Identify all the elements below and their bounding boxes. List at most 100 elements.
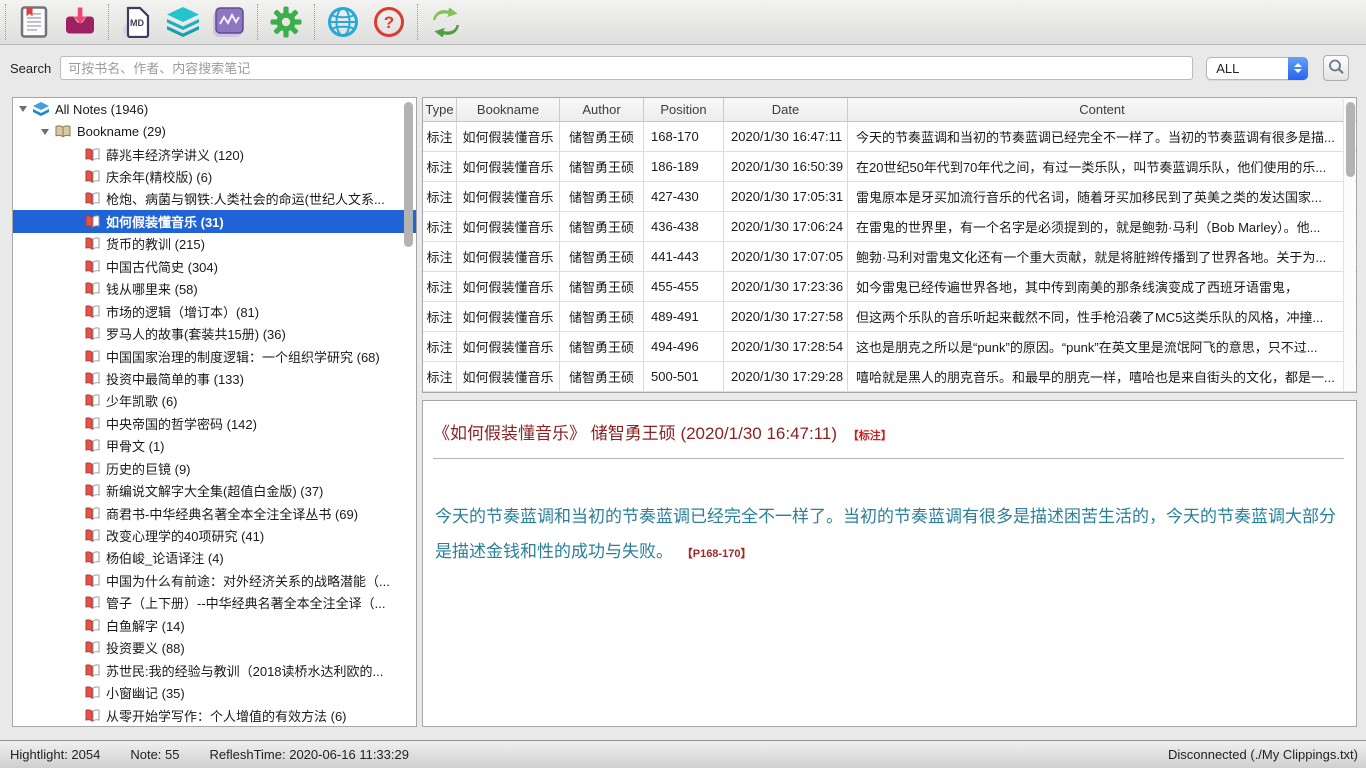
cell-content: 但这两个乐队的音乐听起来截然不同，性手枪沿袭了MC5这类乐队的风格，冲撞...	[848, 302, 1356, 331]
tree-item-label: 新编说文解字大全集(超值白金版) (37)	[106, 481, 323, 500]
tree-item-bookname-group[interactable]: Bookname (29)	[13, 120, 416, 142]
markdown-export-button[interactable]: MD	[114, 1, 160, 43]
cell-content: 嘻哈就是黑人的朋克音乐。和最早的朋克一样，嘻哈也是来自街头的文化，都是一...	[848, 362, 1356, 391]
detail-divider	[433, 458, 1344, 459]
tree-item-book[interactable]: 罗马人的故事(套装共15册) (36)	[13, 322, 416, 344]
tree-item-label: 管子（上下册）--中华经典名著全本全注全译（...	[106, 593, 386, 612]
tree-item-label: 杨伯峻_论语译注 (4)	[106, 548, 224, 567]
filter-select[interactable]: ALL	[1206, 57, 1308, 80]
layers-button[interactable]	[160, 1, 206, 43]
column-header-bookname[interactable]: Bookname	[457, 98, 560, 121]
cell-author: 储智勇王硕	[560, 212, 644, 241]
book-icon	[85, 551, 100, 564]
tree-item-book[interactable]: 中央帝国的哲学密码 (142)	[13, 412, 416, 434]
tree-item-book[interactable]: 少年凯歌 (6)	[13, 390, 416, 412]
tree-item-book[interactable]: 甲骨文 (1)	[13, 435, 416, 457]
import-button[interactable]	[57, 1, 103, 43]
detail-body: 今天的节奏蓝调和当初的节奏蓝调已经完全不一样了。当初的节奏蓝调有很多是描述困苦生…	[435, 499, 1336, 572]
web-button[interactable]	[320, 1, 366, 43]
cell-type: 标注	[423, 332, 457, 361]
tree-item-book[interactable]: 杨伯峻_论语译注 (4)	[13, 547, 416, 569]
help-button[interactable]: ?	[366, 1, 412, 43]
cell-content: 在雷鬼的世界里，有一个名字是必须提到的，就是鲍勃·马利（Bob Marley）。…	[848, 212, 1356, 241]
cell-type: 标注	[423, 182, 457, 211]
tree-item-book[interactable]: 如何假装懂音乐 (31)	[13, 210, 416, 232]
cell-position: 494-496	[644, 332, 724, 361]
status-connection: Disconnected (./My Clippings.txt)	[1168, 747, 1358, 762]
layers-icon	[166, 7, 200, 37]
cell-content: 如今雷鬼已经传遍世界各地，其中传到南美的那条线演变成了西班牙语雷鬼，	[848, 272, 1356, 301]
tree-item-book[interactable]: 白鱼解字 (14)	[13, 614, 416, 636]
status-highlight-count: Hightlight: 2054	[10, 747, 100, 762]
notes-table-panel: Type Bookname Author Position Date Conte…	[422, 97, 1357, 393]
book-icon	[85, 350, 100, 363]
table-scrollbar-thumb[interactable]	[1346, 102, 1355, 177]
tree-item-book[interactable]: 庆余年(精校版) (6)	[13, 165, 416, 187]
book-icon	[85, 529, 100, 542]
tree-item-label: 少年凯歌 (6)	[106, 391, 178, 410]
note-row[interactable]: 标注 如何假装懂音乐 储智勇王硕 489-491 2020/1/30 17:27…	[423, 302, 1356, 332]
cell-date: 2020/1/30 17:06:24	[724, 212, 848, 241]
tree-item-book[interactable]: 货币的教训 (215)	[13, 233, 416, 255]
tree-item-book[interactable]: 商君书-中华经典名著全本全注全译丛书 (69)	[13, 502, 416, 524]
collapse-arrow-icon[interactable]	[19, 106, 27, 112]
tree-item-all-notes[interactable]: All Notes (1946)	[13, 98, 416, 120]
column-header-type[interactable]: Type	[423, 98, 457, 121]
sidebar-scrollbar-thumb[interactable]	[404, 102, 413, 247]
note-row[interactable]: 标注 如何假装懂音乐 储智勇王硕 436-438 2020/1/30 17:06…	[423, 212, 1356, 242]
tree-item-book[interactable]: 投资中最简单的事 (133)	[13, 367, 416, 389]
note-row[interactable]: 标注 如何假装懂音乐 储智勇王硕 455-455 2020/1/30 17:23…	[423, 272, 1356, 302]
book-icon	[85, 305, 100, 318]
tree-item-book[interactable]: 中国古代简史 (304)	[13, 255, 416, 277]
cell-date: 2020/1/30 17:27:58	[724, 302, 848, 331]
statistics-icon	[213, 7, 245, 38]
cell-type: 标注	[423, 122, 457, 151]
tree-item-label: 罗马人的故事(套装共15册) (36)	[106, 324, 286, 343]
detail-title-text: 《如何假装懂音乐》 储智勇王硕 (2020/1/30 16:47:11)	[433, 424, 837, 443]
column-header-position[interactable]: Position	[644, 98, 724, 121]
tree-item-book[interactable]: 新编说文解字大全集(超值白金版) (37)	[13, 479, 416, 501]
note-button[interactable]	[11, 1, 57, 43]
tree-item-book[interactable]: 投资要义 (88)	[13, 637, 416, 659]
collapse-arrow-icon[interactable]	[41, 129, 49, 135]
note-row[interactable]: 标注 如何假装懂音乐 储智勇王硕 427-430 2020/1/30 17:05…	[423, 182, 1356, 212]
toolbar-separator	[5, 4, 6, 40]
svg-text:MD: MD	[130, 18, 144, 28]
tree-item-book[interactable]: 改变心理学的40项研究 (41)	[13, 524, 416, 546]
table-scrollbar[interactable]	[1343, 99, 1355, 391]
note-row[interactable]: 标注 如何假装懂音乐 储智勇王硕 168-170 2020/1/30 16:47…	[423, 122, 1356, 152]
tree-item-book[interactable]: 从零开始学写作：个人增值的有效方法 (6)	[13, 704, 416, 726]
column-header-content[interactable]: Content	[848, 98, 1356, 121]
note-row[interactable]: 标注 如何假装懂音乐 储智勇王硕 500-501 2020/1/30 17:29…	[423, 362, 1356, 392]
note-row[interactable]: 标注 如何假装懂音乐 储智勇王硕 494-496 2020/1/30 17:28…	[423, 332, 1356, 362]
tree-item-book[interactable]: 中国国家治理的制度逻辑：一个组织学研究 (68)	[13, 345, 416, 367]
settings-button[interactable]	[263, 1, 309, 43]
tree-item-book[interactable]: 钱从哪里来 (58)	[13, 278, 416, 300]
status-note-count: Note: 55	[130, 747, 179, 762]
tree-item-book[interactable]: 枪炮、病菌与钢铁:人类社会的命运(世纪人文系...	[13, 188, 416, 210]
note-row[interactable]: 标注 如何假装懂音乐 储智勇王硕 441-443 2020/1/30 17:07…	[423, 242, 1356, 272]
tree-item-book[interactable]: 管子（上下册）--中华经典名著全本全注全译（...	[13, 592, 416, 614]
tree-item-label: 商君书-中华经典名著全本全注全译丛书 (69)	[106, 504, 358, 523]
search-go-button[interactable]	[1323, 55, 1349, 81]
tree-item-label: 中央帝国的哲学密码 (142)	[106, 414, 257, 433]
sidebar-scrollbar[interactable]	[404, 100, 414, 724]
sync-button[interactable]	[423, 1, 469, 43]
tree-item-label: 苏世民:我的经验与教训（2018读桥水达利欧的...	[106, 661, 383, 680]
column-header-date[interactable]: Date	[724, 98, 848, 121]
note-row[interactable]: 标注 如何假装懂音乐 储智勇王硕 186-189 2020/1/30 16:50…	[423, 152, 1356, 182]
statistics-button[interactable]	[206, 1, 252, 43]
book-icon	[85, 327, 100, 340]
tree-item-book[interactable]: 中国为什么有前途：对外经济关系的战略潜能（...	[13, 569, 416, 591]
tree-item-book[interactable]: 市场的逻辑（增订本）(81)	[13, 300, 416, 322]
column-header-author[interactable]: Author	[560, 98, 644, 121]
magnifier-icon	[1327, 58, 1345, 79]
search-input[interactable]	[60, 56, 1193, 80]
tree-item-book[interactable]: 苏世民:我的经验与教训（2018读桥水达利欧的...	[13, 659, 416, 681]
tree-item-book[interactable]: 小窗幽记 (35)	[13, 681, 416, 703]
tree-item-book[interactable]: 历史的巨镜 (9)	[13, 457, 416, 479]
status-bar: Hightlight: 2054 Note: 55 RefleshTime: 2…	[0, 740, 1366, 768]
toolbar-separator	[314, 4, 315, 40]
tree-item-book[interactable]: 薛兆丰经济学讲义 (120)	[13, 143, 416, 165]
cell-date: 2020/1/30 17:28:54	[724, 332, 848, 361]
